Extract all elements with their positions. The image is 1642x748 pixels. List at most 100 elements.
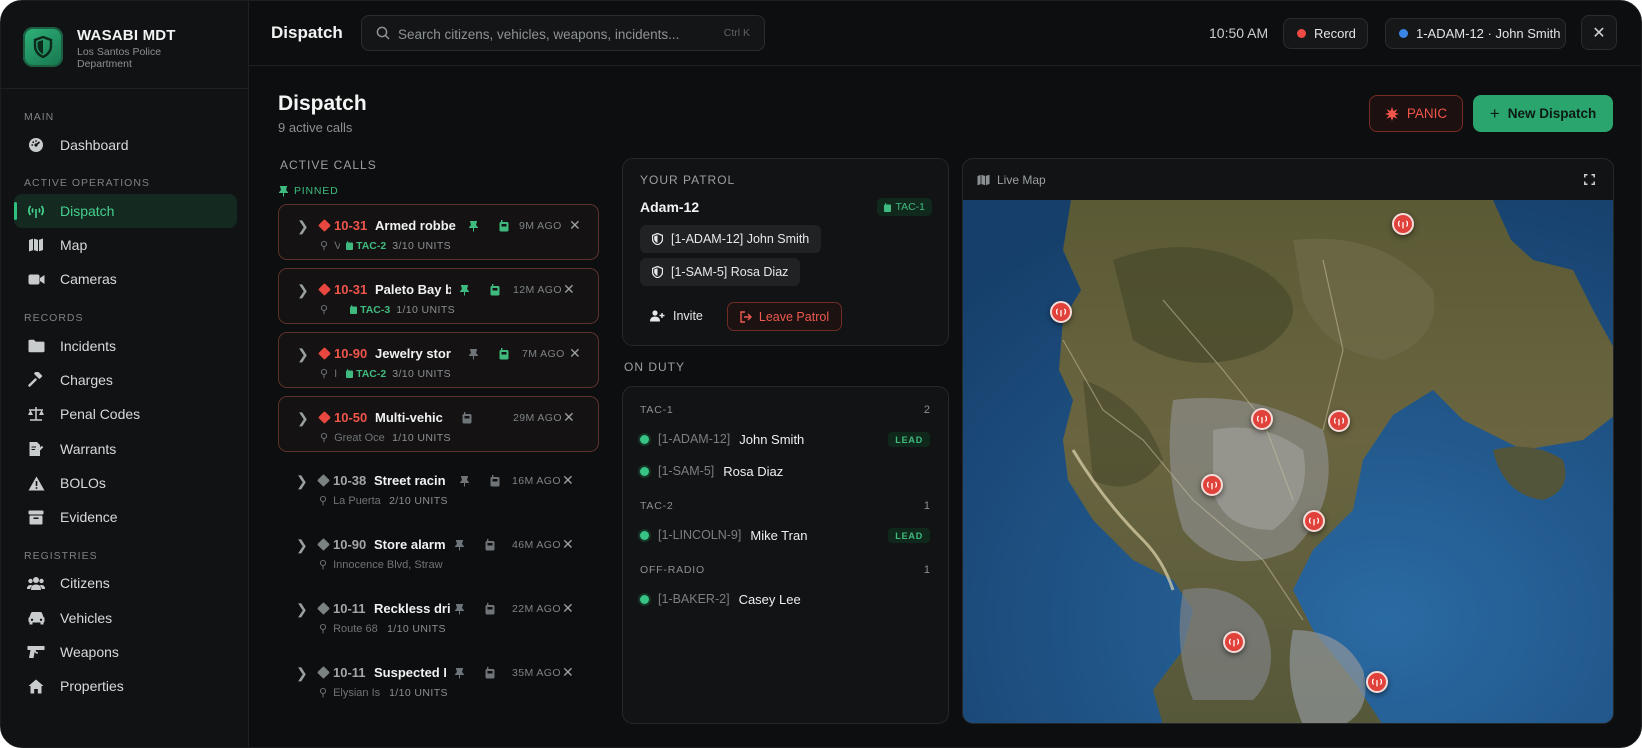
search-input[interactable] (398, 24, 718, 44)
sidebar-item-label: Vehicles (60, 610, 113, 626)
patrol-name: Adam-12 (640, 199, 700, 215)
radio-tower-icon (1333, 417, 1345, 426)
sidebar-item-evidence[interactable]: Evidence (14, 500, 237, 534)
close-icon[interactable]: ✕ (563, 281, 575, 298)
unit-status-button[interactable]: 1-ADAM-12 · John Smith (1385, 18, 1566, 49)
close-icon[interactable]: ✕ (562, 664, 574, 681)
radio-icon[interactable] (462, 411, 472, 429)
radio-icon[interactable] (499, 219, 509, 237)
sidebar-item-warrants[interactable]: Warrants (14, 432, 237, 466)
officer-row[interactable]: [1-BAKER-2] Casey Lee (640, 589, 801, 609)
patrol-member[interactable]: [1-SAM-5] Rosa Diaz (640, 258, 801, 286)
fullscreen-icon[interactable] (1584, 172, 1595, 190)
map-canvas[interactable] (963, 200, 1613, 723)
chevron-right-icon[interactable]: ❯ (296, 537, 308, 554)
call-code-text: 10-90 (333, 537, 367, 552)
invite-button[interactable]: Invite (640, 302, 703, 330)
sidebar-item-citizens[interactable]: Citizens (14, 566, 237, 600)
app-window: WASABI MDT Los Santos Police Department … (0, 0, 1642, 748)
pin-icon[interactable] (459, 474, 470, 492)
officer-row[interactable]: [1-ADAM-12] John Smith (640, 429, 804, 449)
location-pin-icon: ⚲ (319, 687, 328, 699)
location-pin-icon: ⚲ (320, 432, 329, 444)
radio-icon[interactable] (485, 538, 495, 556)
sidebar-item-dashboard[interactable]: Dashboard (14, 128, 237, 162)
close-icon: ✕ (1592, 24, 1606, 42)
dispatch-marker[interactable] (1303, 510, 1325, 532)
call-item[interactable]: ❯ 10-31 Paleto Bay b 12M AGO ✕ ⚲ TAC-3 1/1… (278, 268, 599, 324)
sidebar-item-penal-codes[interactable]: Penal Codes (14, 397, 237, 431)
dispatch-marker[interactable] (1392, 213, 1414, 235)
sidebar-item-bolos[interactable]: BOLOs (14, 466, 237, 500)
chevron-right-icon[interactable]: ❯ (296, 473, 308, 490)
sidebar-item-vehicles[interactable]: Vehicles (14, 601, 237, 635)
chevron-right-icon[interactable]: ❯ (297, 282, 309, 299)
pin-icon[interactable] (459, 283, 470, 301)
sidebar-item-dispatch[interactable]: Dispatch (14, 194, 237, 228)
call-item[interactable]: ❯ 10-90 Store alarm 46M AGO ✕ ⚲ Innocence… (278, 524, 599, 580)
call-code-text: 10-31 (334, 218, 368, 233)
sidebar-divider (1, 88, 249, 89)
close-icon[interactable]: ✕ (563, 409, 575, 426)
close-button[interactable]: ✕ (1581, 15, 1617, 50)
sidebar-item-weapons[interactable]: Weapons (14, 635, 237, 669)
record-button[interactable]: Record (1283, 18, 1368, 49)
pin-icon[interactable] (468, 219, 479, 237)
sidebar-item-properties[interactable]: Properties (14, 669, 237, 703)
dispatch-marker[interactable] (1050, 301, 1072, 323)
panic-button[interactable]: PANIC (1369, 95, 1463, 132)
call-item[interactable]: ❯ 10-11 Reckless dri 22M AGO ✕ ⚲ Route 68… (278, 588, 599, 644)
close-icon[interactable]: ✕ (562, 536, 574, 553)
call-item[interactable]: ❯ 10-31 Armed robbe 9M AGO ✕ ⚲ V TAC-2 3/10… (278, 204, 599, 260)
chevron-right-icon[interactable]: ❯ (296, 601, 308, 618)
close-icon[interactable]: ✕ (569, 345, 581, 362)
sidebar-item-cameras[interactable]: Cameras (14, 262, 237, 296)
pin-icon[interactable] (454, 666, 465, 684)
leave-patrol-label: Leave Patrol (758, 309, 830, 324)
top-bar-title: Dispatch (271, 23, 343, 42)
shield-icon (652, 266, 663, 278)
call-meta: ⚲ La Puerta 2/10 UNITS (319, 494, 448, 508)
call-item[interactable]: ❯ 10-11 Suspected D 35M AGO ✕ ⚲ Elysian I… (278, 652, 599, 708)
radio-icon (346, 241, 354, 250)
search-box[interactable]: Ctrl K (361, 15, 765, 51)
leave-patrol-button[interactable]: Leave Patrol (727, 302, 842, 331)
pin-icon[interactable] (468, 347, 479, 365)
pin-icon[interactable] (454, 602, 465, 620)
close-icon[interactable]: ✕ (562, 600, 574, 617)
new-dispatch-button[interactable]: + New Dispatch (1473, 95, 1613, 132)
close-icon[interactable]: ✕ (562, 472, 574, 489)
dispatch-marker[interactable] (1201, 474, 1223, 496)
officer-callsign: [1-LINCOLN-9] (658, 528, 742, 542)
sidebar-item-incidents[interactable]: Incidents (14, 329, 237, 363)
priority-diamond-icon (317, 666, 330, 679)
sidebar-item-map[interactable]: Map (14, 228, 237, 262)
duty-group-name: TAC-2 (640, 500, 674, 512)
dispatch-marker[interactable] (1328, 410, 1350, 432)
chevron-right-icon[interactable]: ❯ (297, 410, 309, 427)
radio-icon[interactable] (485, 666, 495, 684)
officer-row[interactable]: [1-LINCOLN-9] Mike Tran (640, 525, 807, 545)
chevron-right-icon[interactable]: ❯ (297, 346, 309, 363)
app-title: WASABI MDT (77, 27, 176, 44)
call-item[interactable]: ❯ 10-90 Jewelry stor 7M AGO ✕ ⚲ I TAC-2 3/1… (278, 332, 599, 388)
dispatch-marker[interactable] (1366, 671, 1388, 693)
close-icon[interactable]: ✕ (569, 217, 581, 234)
dispatch-marker[interactable] (1251, 408, 1273, 430)
radio-icon[interactable] (485, 602, 495, 620)
pin-icon[interactable] (454, 538, 465, 556)
dispatch-marker[interactable] (1223, 631, 1245, 653)
sidebar-item-charges[interactable]: Charges (14, 363, 237, 397)
radio-icon[interactable] (490, 283, 500, 301)
radio-icon[interactable] (490, 474, 500, 492)
scale-icon (26, 404, 46, 424)
radio-tower-icon (1371, 678, 1383, 687)
chevron-right-icon[interactable]: ❯ (297, 218, 309, 235)
call-code-text: 10-90 (334, 346, 368, 361)
patrol-member[interactable]: [1-ADAM-12] John Smith (640, 225, 822, 253)
officer-row[interactable]: [1-SAM-5] Rosa Diaz (640, 461, 783, 481)
radio-icon[interactable] (499, 347, 509, 365)
chevron-right-icon[interactable]: ❯ (296, 665, 308, 682)
call-item[interactable]: ❯ 10-38 Street racin 16M AGO ✕ ⚲ La Puert… (278, 460, 599, 516)
call-item[interactable]: ❯ 10-50 Multi-vehic 29M AGO ✕ ⚲ Great Oce… (278, 396, 599, 452)
